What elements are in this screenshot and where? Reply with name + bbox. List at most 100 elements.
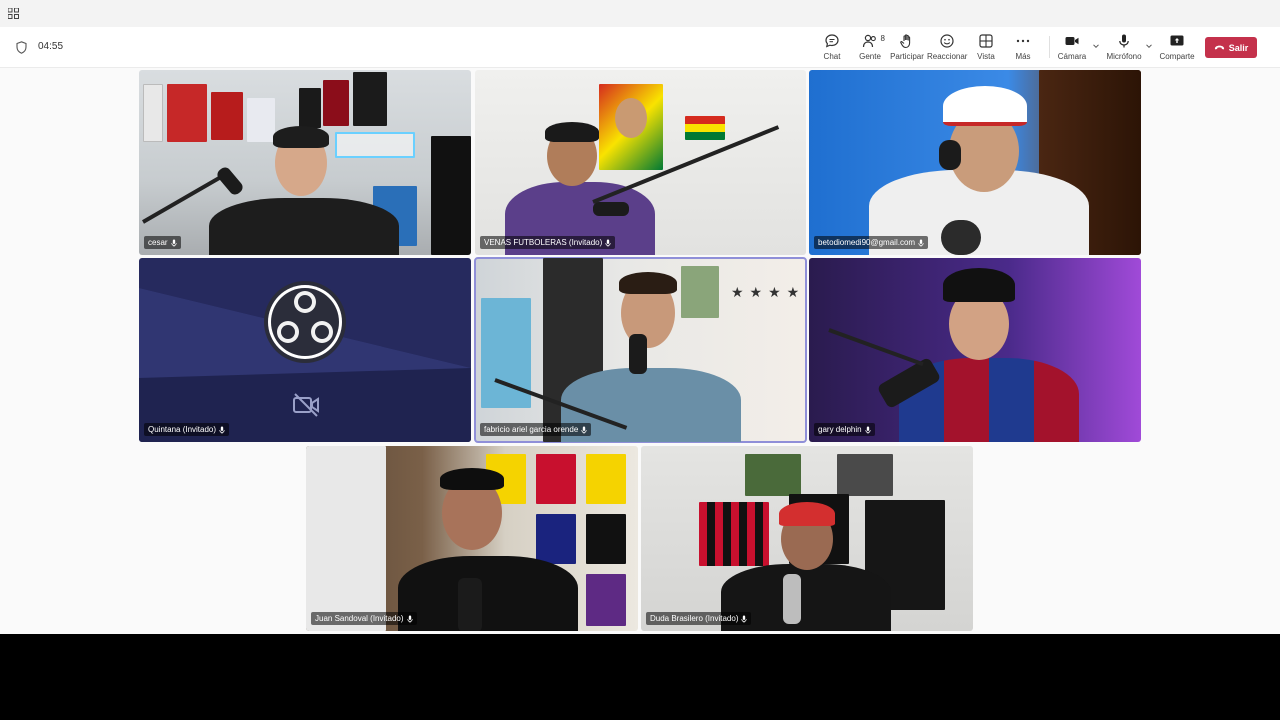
participant-nametag: gary delphin — [814, 423, 875, 436]
video-tile[interactable]: Juan Sandoval (Invitado) — [306, 446, 638, 631]
microphone-prop — [458, 578, 482, 631]
mic-arm — [828, 328, 924, 367]
react-label: Reaccionar — [927, 52, 968, 61]
microphone-icon — [865, 426, 871, 434]
video-tile[interactable]: cesar — [139, 70, 471, 255]
baseball-cap — [779, 502, 835, 526]
wall-frame — [211, 92, 243, 140]
stars-decoration: ★★★★ — [731, 284, 806, 300]
share-button[interactable]: Comparte — [1157, 33, 1197, 63]
video-tile[interactable]: VENAS FUTBOLERAS (Invitado) — [475, 70, 806, 255]
person-hair — [545, 122, 599, 142]
video-gallery: cesar VENAS FUTBOLERAS (Invitado) betodi… — [0, 68, 1280, 634]
meeting-timer: 04:55 — [38, 41, 64, 52]
participant-name: Juan Sandoval (Invitado) — [315, 614, 404, 623]
baseball-cap — [943, 86, 1027, 126]
meeting-toolbar: 04:55 Chat 8 Gente Participar Reaccionar… — [0, 27, 1280, 68]
microphone-prop — [629, 334, 647, 374]
wall-frame — [143, 84, 163, 142]
microphone-options-chevron-down-icon[interactable] — [1145, 42, 1153, 50]
microphone-icon — [605, 239, 611, 247]
person-hair — [273, 126, 329, 148]
microphone-icon — [581, 426, 587, 434]
participant-nametag: VENAS FUTBOLERAS (Invitado) — [480, 236, 616, 249]
person-body — [209, 198, 399, 255]
video-tile[interactable]: Quintana (Invitado) — [139, 258, 471, 442]
jersey-frame — [323, 80, 349, 126]
microphone-icon — [219, 426, 225, 434]
people-label: Gente — [859, 52, 881, 61]
participant-nametag: Duda Brasilero (Invitado) — [646, 612, 752, 625]
grid-view-icon — [979, 34, 993, 48]
participant-name: betodiomedi90@gmail.com — [818, 238, 916, 247]
chat-button[interactable]: Chat — [812, 33, 852, 63]
participant-name: cesar — [148, 238, 168, 247]
microphone-prop — [783, 574, 801, 624]
participant-nametag: betodiomedi90@gmail.com — [814, 236, 929, 249]
jersey — [699, 502, 769, 566]
leave-label: Salir — [1228, 42, 1249, 53]
microphone-prop — [941, 220, 981, 255]
chat-icon — [825, 34, 839, 48]
headphones — [939, 140, 961, 170]
shelf — [306, 446, 386, 631]
microphone-prop — [593, 202, 629, 216]
jersey-frame — [586, 454, 626, 504]
obs-logo-icon — [264, 281, 346, 363]
video-tile[interactable]: gary delphin — [809, 258, 1141, 442]
video-tile-active-speaker[interactable]: ★★★★ fabricio ariel garcia orende — [474, 257, 807, 443]
view-button[interactable]: Vista — [966, 33, 1006, 63]
video-tile[interactable]: Duda Brasilero (Invitado) — [641, 446, 973, 631]
raise-hand-button[interactable]: Participar — [887, 33, 927, 63]
participant-name: VENAS FUTBOLERAS (Invitado) — [484, 238, 603, 247]
participant-nametag: fabricio ariel garcia orende — [480, 423, 592, 436]
baseball-cap — [943, 268, 1015, 302]
participant-nametag: cesar — [144, 236, 181, 249]
jersey-frame — [586, 514, 626, 564]
participant-name: Quintana (Invitado) — [148, 425, 217, 434]
wall-frame — [167, 84, 207, 142]
participant-name: Duda Brasilero (Invitado) — [650, 614, 739, 623]
people-count: 8 — [880, 34, 885, 43]
shield-icon — [16, 41, 27, 54]
microphone-icon — [918, 239, 924, 247]
more-dots-icon — [1016, 39, 1030, 43]
app-grid-icon[interactable] — [8, 8, 19, 19]
camera-off-icon — [293, 393, 319, 417]
jersey-frame — [536, 454, 576, 504]
raise-hand-icon — [900, 34, 911, 49]
leave-button[interactable]: Salir — [1205, 37, 1257, 58]
share-screen-icon — [1170, 35, 1184, 46]
raise-hand-label: Participar — [890, 52, 924, 61]
window-titlebar — [0, 0, 1280, 27]
more-button[interactable]: Más — [1003, 33, 1043, 63]
camera-icon — [1065, 37, 1079, 45]
camera-options-chevron-down-icon[interactable] — [1092, 42, 1100, 50]
video-tile[interactable]: betodiomedi90@gmail.com — [809, 70, 1141, 255]
microphone-icon — [1119, 34, 1129, 48]
emoji-smile-icon — [940, 34, 954, 48]
neon-sign — [335, 132, 415, 158]
microphone-icon — [741, 615, 748, 623]
toolbar-divider — [1049, 36, 1050, 58]
participant-nametag: Juan Sandoval (Invitado) — [311, 612, 417, 625]
camera-label: Cámara — [1057, 52, 1087, 61]
bolivia-flag — [685, 116, 725, 140]
jersey-frame — [536, 514, 576, 564]
participant-name: gary delphin — [818, 425, 862, 434]
view-label: Vista — [977, 52, 995, 61]
hang-up-phone-icon — [1214, 45, 1224, 50]
participant-nametag: Quintana (Invitado) — [144, 423, 230, 436]
react-button[interactable]: Reaccionar — [927, 33, 967, 63]
people-button[interactable]: 8 Gente — [850, 33, 890, 63]
chat-label: Chat — [823, 52, 841, 61]
participant-name: fabricio ariel garcia orende — [484, 425, 579, 434]
poster-face — [615, 98, 647, 138]
person-body — [398, 556, 578, 631]
microphone-button[interactable]: Micrófono — [1104, 33, 1144, 63]
jersey-frame — [353, 72, 387, 126]
more-label: Más — [1015, 52, 1031, 61]
jersey-frame — [299, 88, 321, 128]
camera-button[interactable]: Cámara — [1052, 33, 1092, 63]
wall-photo — [837, 454, 893, 496]
